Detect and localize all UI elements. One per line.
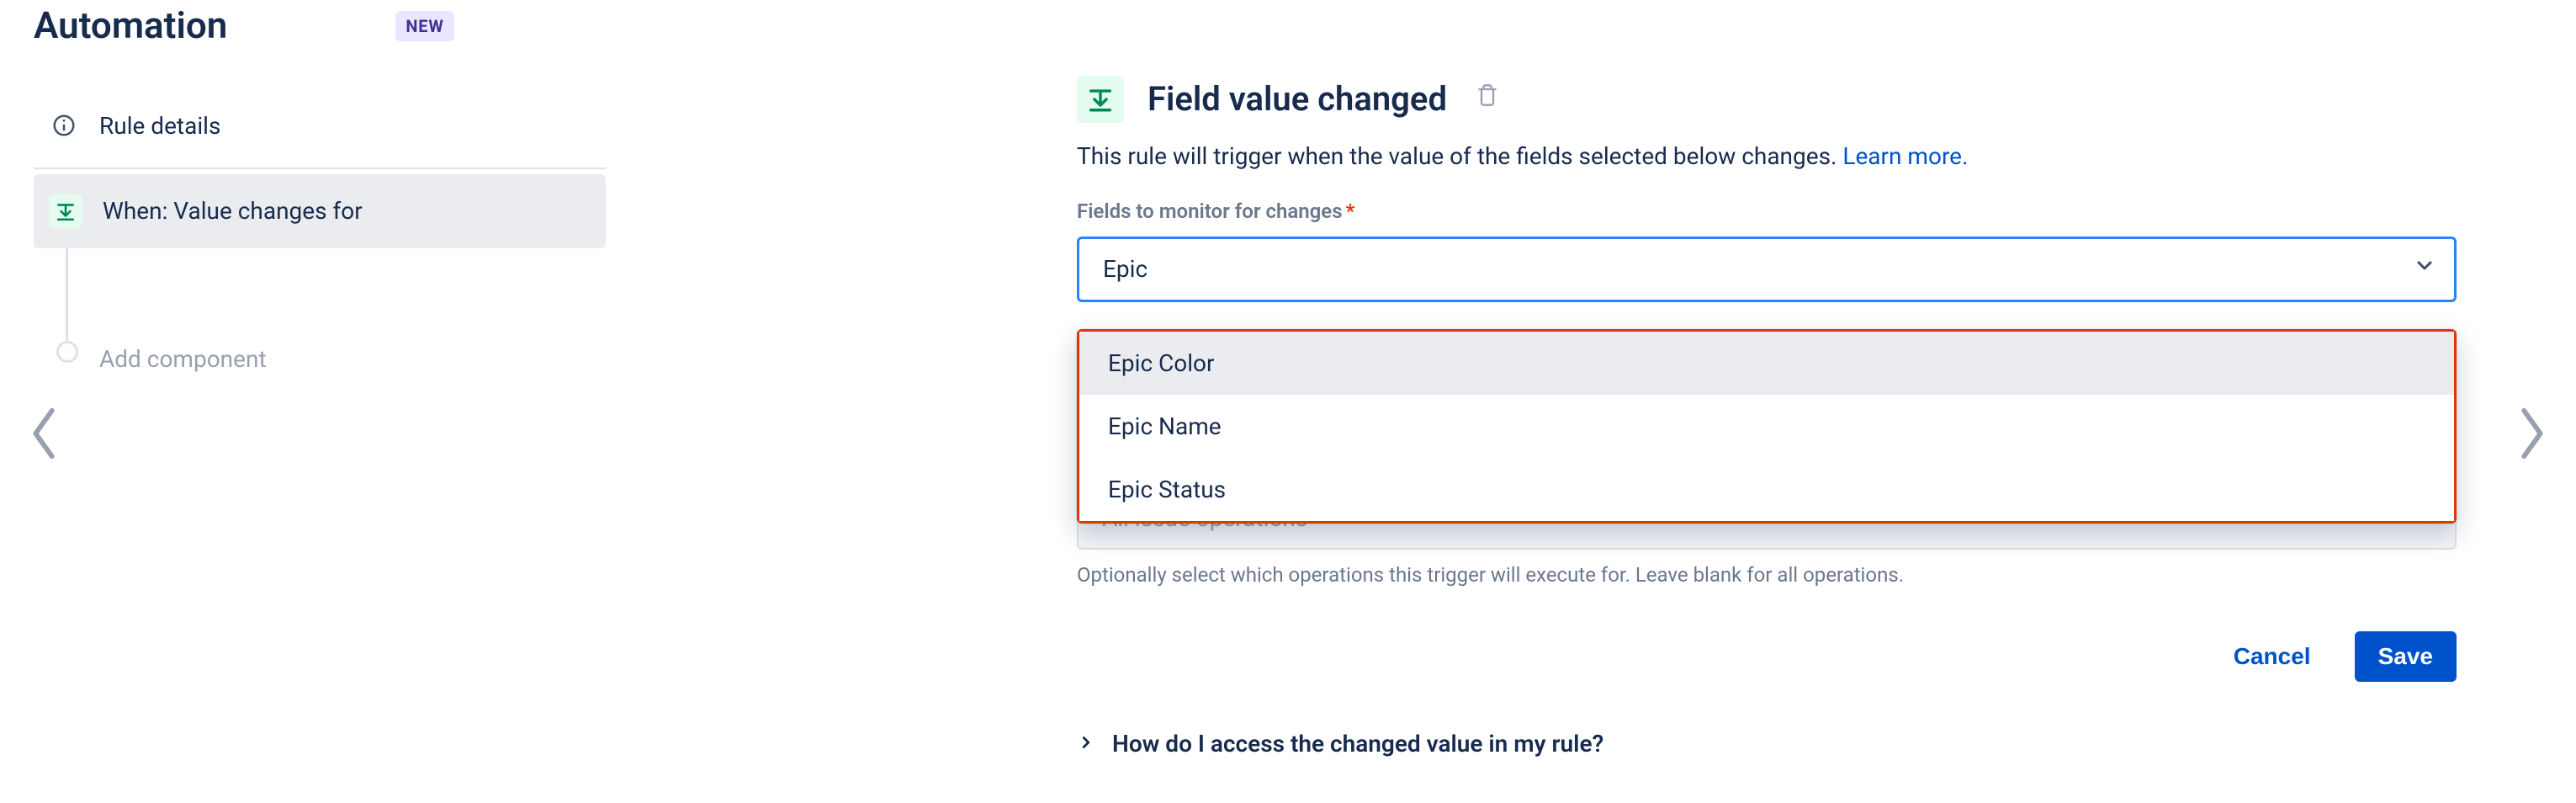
new-badge: NEW (395, 11, 453, 41)
save-button[interactable]: Save (2355, 631, 2457, 682)
connector-line (66, 248, 606, 358)
nav-trigger-label: When: Value changes for (103, 194, 363, 227)
operations-help-text: Optionally select which operations this … (1077, 561, 2457, 590)
fields-to-monitor-value: Epic (1103, 253, 1148, 285)
delete-trigger-button[interactable] (1476, 82, 1499, 115)
dropdown-option-label: Epic Status (1108, 476, 1226, 503)
dropdown-highlight-annotation: Epic Color Epic Name Epic Status (1077, 329, 2457, 524)
dropdown-option[interactable]: Epic Name (1079, 395, 2454, 458)
dropdown-option[interactable]: Epic Color (1079, 332, 2454, 395)
trigger-icon (49, 194, 82, 228)
dropdown-option-label: Epic Name (1108, 412, 1222, 440)
section-description-text: This rule will trigger when the value of… (1077, 142, 1842, 170)
trigger-icon (1077, 76, 1124, 123)
connector-dot (56, 341, 78, 363)
required-asterisk: * (1346, 199, 1355, 223)
chevron-down-icon (2413, 253, 2436, 285)
learn-more-link[interactable]: Learn more. (1842, 142, 1968, 170)
info-icon (49, 110, 79, 141)
nav-trigger-item[interactable]: When: Value changes for (34, 174, 606, 248)
prev-image-chevron[interactable] (25, 404, 66, 463)
help-expander[interactable]: How do I access the changed value in my … (1077, 727, 2457, 760)
page-title: Automation (34, 0, 227, 52)
fields-to-monitor-label: Fields to monitor for changes* (1077, 198, 2457, 226)
section-description: This rule will trigger when the value of… (1077, 140, 2457, 173)
fields-dropdown: Epic Color Epic Name Epic Status (1077, 329, 2457, 524)
nav-rule-details-label: Rule details (99, 109, 220, 142)
chevron-right-icon (1077, 727, 1095, 760)
nav-separator (34, 168, 606, 169)
dropdown-option[interactable]: Epic Status (1079, 458, 2454, 521)
dropdown-option-label: Epic Color (1108, 349, 1215, 377)
next-image-chevron[interactable] (2510, 404, 2551, 463)
nav-rule-details[interactable]: Rule details (34, 89, 606, 162)
help-expander-label: How do I access the changed value in my … (1112, 727, 1603, 760)
cancel-button[interactable]: Cancel (2210, 631, 2335, 682)
section-title: Field value changed (1148, 76, 1447, 123)
fields-to-monitor-select[interactable]: Epic (1077, 237, 2457, 302)
